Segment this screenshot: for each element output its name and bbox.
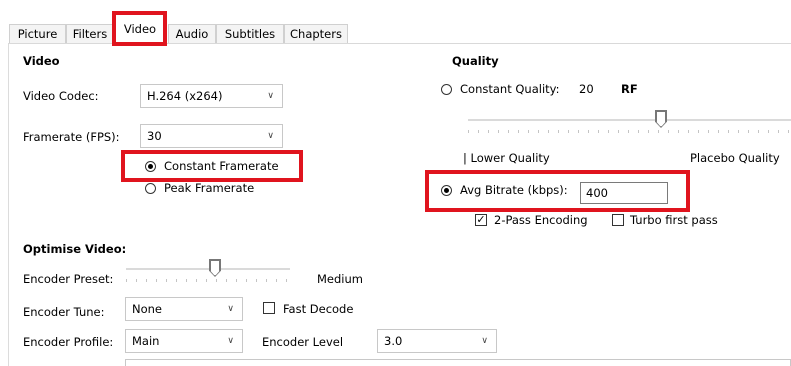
preset-slider-thumb[interactable] [210, 260, 220, 276]
rf-label: RF [621, 82, 638, 96]
encoder-preset-value: Medium [317, 272, 363, 286]
turbo-first-pass-label: Turbo first pass [630, 213, 718, 227]
peak-framerate-label: Peak Framerate [164, 181, 255, 195]
encoder-level-value: 3.0 [384, 334, 403, 348]
constant-framerate-highlight [121, 150, 303, 182]
quality-heading: Quality [452, 54, 499, 68]
placebo-quality-label: Placebo Quality [690, 151, 780, 165]
video-codec-select[interactable]: H.264 (x264) ∨ [140, 84, 283, 108]
two-pass-label: 2-Pass Encoding [494, 213, 588, 227]
chevron-down-icon: ∨ [267, 131, 274, 141]
optimise-heading: Optimise Video: [23, 242, 127, 256]
fast-decode-label: Fast Decode [283, 302, 354, 316]
constant-quality-radio[interactable] [441, 84, 452, 95]
tab-picture[interactable]: Picture [9, 24, 66, 43]
chevron-down-icon: ∨ [481, 336, 488, 346]
preset-slider-ticks [126, 279, 290, 282]
encoder-preset-label: Encoder Preset: [23, 272, 114, 286]
tab-subtitles[interactable]: Subtitles [216, 24, 284, 43]
lower-quality-label: | Lower Quality [463, 151, 550, 165]
video-heading: Video [23, 54, 60, 68]
quality-slider-thumb[interactable] [656, 111, 666, 127]
encoder-profile-label: Encoder Profile: [23, 335, 114, 349]
video-codec-label: Video Codec: [23, 89, 99, 103]
chevron-down-icon: ∨ [227, 304, 234, 314]
avg-bitrate-highlight [425, 170, 690, 212]
encoder-level-label: Encoder Level [262, 335, 344, 349]
fast-decode-checkbox[interactable] [263, 302, 275, 314]
turbo-first-pass-checkbox[interactable] [612, 214, 624, 226]
encoder-tune-label: Encoder Tune: [23, 305, 105, 319]
encoder-profile-select[interactable]: Main ∨ [125, 329, 243, 353]
tab-audio[interactable]: Audio [168, 24, 216, 43]
additional-options-field[interactable] [125, 359, 791, 366]
two-pass-checkbox[interactable]: ✓ [475, 214, 487, 226]
chevron-down-icon: ∨ [227, 336, 234, 346]
encoder-profile-value: Main [132, 334, 160, 348]
tab-chapters[interactable]: Chapters [284, 24, 348, 43]
quality-slider-ticks [468, 130, 791, 133]
video-tab-highlight [112, 11, 167, 46]
peak-framerate-radio[interactable] [145, 183, 156, 194]
encoder-level-select[interactable]: 3.0 ∨ [377, 329, 497, 353]
framerate-value: 30 [147, 129, 162, 143]
framerate-label: Framerate (FPS): [23, 130, 120, 144]
encoder-tune-select[interactable]: None ∨ [125, 297, 243, 321]
quality-slider-track [468, 119, 791, 121]
chevron-down-icon: ∨ [267, 91, 274, 101]
constant-quality-value: 20 [579, 82, 594, 96]
constant-quality-label: Constant Quality: [460, 82, 560, 96]
encoder-tune-value: None [132, 302, 163, 316]
preset-slider-track [126, 268, 290, 270]
video-codec-value: H.264 (x264) [147, 89, 223, 103]
framerate-select[interactable]: 30 ∨ [140, 124, 283, 148]
tab-filters[interactable]: Filters [66, 24, 114, 43]
panel-left-border [8, 44, 9, 366]
